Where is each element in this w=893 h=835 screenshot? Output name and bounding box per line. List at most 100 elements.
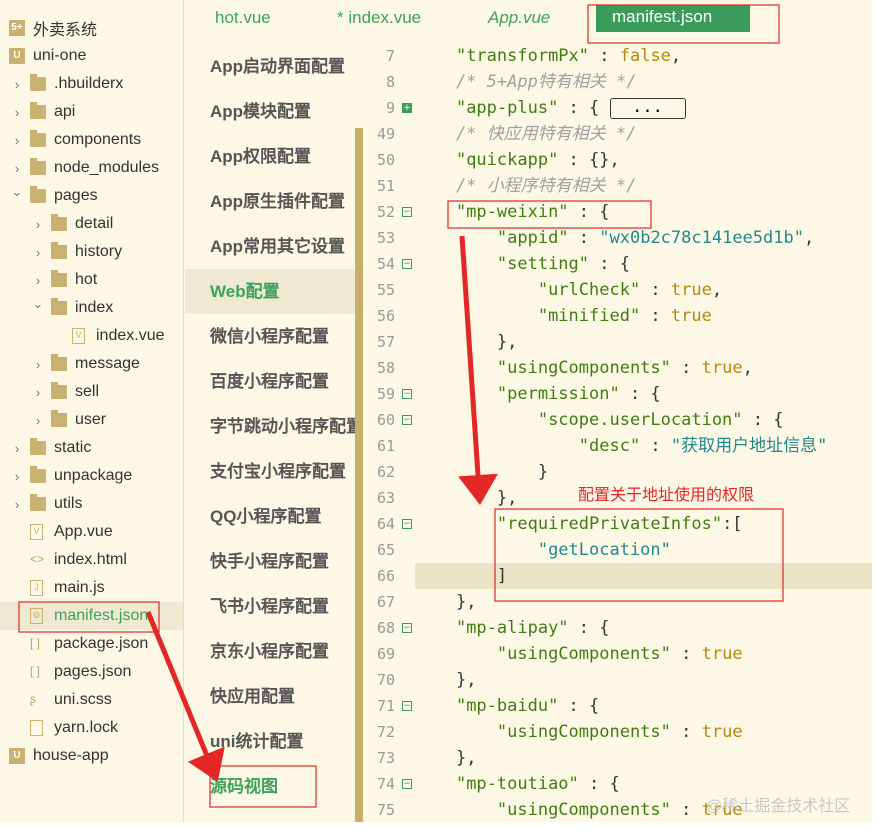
chevron-right-icon[interactable]: › xyxy=(11,441,23,456)
chevron-right-icon[interactable]: › xyxy=(32,217,44,232)
collapse-fold-icon[interactable]: − xyxy=(402,389,412,399)
collapse-fold-icon[interactable]: − xyxy=(402,623,412,633)
settings-nav-item[interactable]: 源码视图 xyxy=(185,764,357,809)
code-line[interactable]: 9 + "app-plus" : { ... xyxy=(365,95,872,121)
code-line[interactable]: 8 /* 5+App特有相关 */ xyxy=(365,69,872,95)
tree-item[interactable]: › detail xyxy=(0,210,183,238)
code-line[interactable]: 57 }, xyxy=(365,329,872,355)
settings-nav-item[interactable]: 京东小程序配置 xyxy=(185,629,357,674)
code-line[interactable]: 51 /* 小程序特有相关 */ xyxy=(365,173,872,199)
code-line[interactable]: 53 "appid" : "wx0b2c78c141ee5d1b", xyxy=(365,225,872,251)
tree-item[interactable]: ʂ uni.scss xyxy=(0,686,183,714)
code-line[interactable]: 70 }, xyxy=(365,667,872,693)
chevron-right-icon[interactable]: › xyxy=(11,469,23,484)
tree-item[interactable]: Uuni-one xyxy=(0,42,183,70)
code-line[interactable]: 66 ] xyxy=(365,563,872,589)
code-line[interactable]: 72 "usingComponents" : true xyxy=(365,719,872,745)
chevron-right-icon[interactable]: › xyxy=(11,77,23,92)
code-line[interactable]: 60− "scope.userLocation" : { xyxy=(365,407,872,433)
settings-nav-item[interactable]: App原生插件配置 xyxy=(185,179,357,224)
settings-nav-item[interactable]: 百度小程序配置 xyxy=(185,359,357,404)
collapse-fold-icon[interactable]: − xyxy=(402,415,412,425)
tree-item[interactable]: ⌄ pages xyxy=(0,182,183,210)
tree-item[interactable]: [ ] package.json xyxy=(0,630,183,658)
chevron-down-icon[interactable]: ⌄ xyxy=(11,184,23,200)
collapsed-block-button[interactable]: ... xyxy=(609,97,686,119)
code-line[interactable]: 61 "desc" : "获取用户地址信息" xyxy=(365,433,872,459)
code-line[interactable]: 50 "quickapp" : {}, xyxy=(365,147,872,173)
code-line[interactable]: 69 "usingComponents" : true xyxy=(365,641,872,667)
tree-item[interactable]: 5+ 外卖系统 xyxy=(0,14,183,42)
chevron-right-icon[interactable]: › xyxy=(11,105,23,120)
code-line[interactable]: 7 "transformPx" : false, xyxy=(365,43,872,69)
tree-item[interactable]: › node_modules xyxy=(0,154,183,182)
code-line[interactable]: 71− "mp-baidu" : { xyxy=(365,693,872,719)
tree-item[interactable]: › hot xyxy=(0,266,183,294)
tree-item[interactable]: yarn.lock xyxy=(0,714,183,742)
tree-item[interactable]: [ ] pages.json xyxy=(0,658,183,686)
tree-item[interactable]: V App.vue xyxy=(0,518,183,546)
collapse-fold-icon[interactable]: − xyxy=(402,207,412,217)
code-line[interactable]: 68− "mp-alipay" : { xyxy=(365,615,872,641)
tab-indexvue[interactable]: * index.vue xyxy=(337,8,421,28)
tree-item[interactable]: ⚙ manifest.json xyxy=(0,602,183,630)
code-line[interactable]: 56 "minified" : true xyxy=(365,303,872,329)
settings-scrollbar[interactable] xyxy=(355,128,363,822)
tree-item[interactable]: › user xyxy=(0,406,183,434)
tree-item[interactable]: › static xyxy=(0,434,183,462)
tab-manifestjson[interactable]: manifest.json xyxy=(596,5,750,32)
collapse-fold-icon[interactable]: − xyxy=(402,701,412,711)
code-line[interactable]: 65 "getLocation" xyxy=(365,537,872,563)
settings-nav-item[interactable]: App权限配置 xyxy=(185,134,357,179)
code-line[interactable]: 58 "usingComponents" : true, xyxy=(365,355,872,381)
chevron-right-icon[interactable]: › xyxy=(32,245,44,260)
tab-hotvue[interactable]: hot.vue xyxy=(215,8,271,28)
code-line[interactable]: 55 "urlCheck" : true, xyxy=(365,277,872,303)
tree-item[interactable]: Jmain.js xyxy=(0,574,183,602)
tree-item[interactable]: › history xyxy=(0,238,183,266)
collapse-fold-icon[interactable]: − xyxy=(402,259,412,269)
settings-nav-item[interactable]: 快应用配置 xyxy=(185,674,357,719)
tree-item[interactable]: › utils xyxy=(0,490,183,518)
settings-nav-item[interactable]: 飞书小程序配置 xyxy=(185,584,357,629)
code-line[interactable]: 67 }, xyxy=(365,589,872,615)
code-line[interactable]: 64− "requiredPrivateInfos":[ xyxy=(365,511,872,537)
chevron-right-icon[interactable]: › xyxy=(32,385,44,400)
tree-item[interactable]: › api xyxy=(0,98,183,126)
settings-nav-item[interactable]: App启动界面配置 xyxy=(185,44,357,89)
tree-item[interactable]: Vindex.vue xyxy=(0,322,183,350)
code-editor[interactable]: 7 "transformPx" : false, 8 /* 5+App特有相关 *… xyxy=(365,43,872,822)
chevron-down-icon[interactable]: ⌄ xyxy=(32,296,44,312)
settings-nav-item[interactable]: App模块配置 xyxy=(185,89,357,134)
code-line[interactable]: 54− "setting" : { xyxy=(365,251,872,277)
settings-nav-item[interactable]: 快手小程序配置 xyxy=(185,539,357,584)
expand-fold-icon[interactable]: + xyxy=(402,103,412,113)
tree-item[interactable]: › sell xyxy=(0,378,183,406)
code-line[interactable]: 49 /* 快应用特有相关 */ xyxy=(365,121,872,147)
tree-item[interactable]: › components xyxy=(0,126,183,154)
collapse-fold-icon[interactable]: − xyxy=(402,519,412,529)
settings-nav-item[interactable]: uni统计配置 xyxy=(185,719,357,764)
tree-item[interactable]: › message xyxy=(0,350,183,378)
code-line[interactable]: 59− "permission" : { xyxy=(365,381,872,407)
chevron-right-icon[interactable]: › xyxy=(32,413,44,428)
chevron-right-icon[interactable]: › xyxy=(11,497,23,512)
tree-item[interactable]: <> index.html xyxy=(0,546,183,574)
tree-item[interactable]: ⌄ index xyxy=(0,294,183,322)
settings-nav-item[interactable]: Web配置 xyxy=(185,269,357,314)
settings-nav-item[interactable]: 字节跳动小程序配置 xyxy=(185,404,357,449)
code-line[interactable]: 73 }, xyxy=(365,745,872,771)
settings-nav-item[interactable]: QQ小程序配置 xyxy=(185,494,357,539)
settings-nav-item[interactable]: 支付宝小程序配置 xyxy=(185,449,357,494)
settings-nav-item[interactable]: App常用其它设置 xyxy=(185,224,357,269)
chevron-right-icon[interactable]: › xyxy=(32,273,44,288)
chevron-right-icon[interactable]: › xyxy=(11,161,23,176)
collapse-fold-icon[interactable]: − xyxy=(402,779,412,789)
tree-item[interactable]: › unpackage xyxy=(0,462,183,490)
settings-nav-item[interactable]: 微信小程序配置 xyxy=(185,314,357,359)
chevron-right-icon[interactable]: › xyxy=(32,357,44,372)
chevron-right-icon[interactable]: › xyxy=(11,133,23,148)
tab-appvue[interactable]: App.vue xyxy=(488,8,550,28)
tree-item[interactable]: Uhouse-app xyxy=(0,742,183,770)
tree-item[interactable]: › .hbuilderx xyxy=(0,70,183,98)
